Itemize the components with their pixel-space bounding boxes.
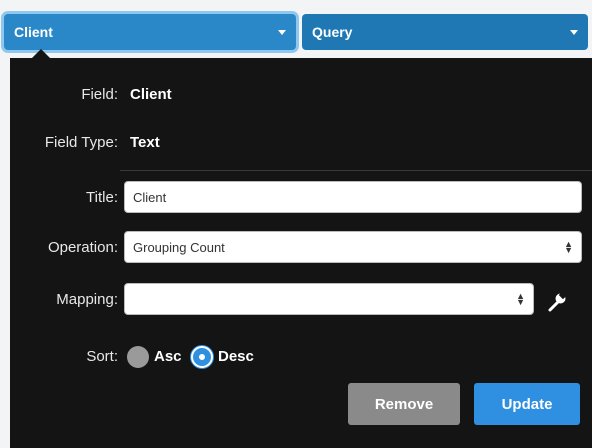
field-settings-panel: Field: Client Field Type: Text Title: Op…: [10, 49, 592, 448]
update-button[interactable]: Update: [474, 383, 580, 425]
client-field-dropdown[interactable]: Client: [4, 14, 296, 50]
operation-label: Operation:: [47, 239, 118, 256]
query-dropdown-label: Query: [312, 24, 353, 40]
field-type-value: Text: [130, 134, 160, 151]
sort-asc-radio[interactable]: [127, 346, 149, 368]
remove-button[interactable]: Remove: [348, 383, 460, 425]
wrench-icon[interactable]: [546, 291, 568, 313]
caret-down-icon: [278, 29, 286, 35]
operation-selected-value: Grouping Count: [133, 239, 225, 255]
sort-label: Sort:: [86, 348, 118, 365]
field-label: Field:: [81, 86, 118, 103]
mapping-select[interactable]: ▲ ▼: [124, 283, 534, 315]
title-field[interactable]: [124, 181, 582, 213]
field-value: Client: [130, 86, 172, 103]
operation-select[interactable]: Grouping Count ▲ ▼: [124, 231, 582, 263]
title-label: Title:: [86, 189, 118, 206]
divider: [120, 170, 592, 171]
title-input[interactable]: [133, 189, 573, 205]
sort-asc-label: Asc: [154, 348, 182, 365]
updown-arrows-icon: ▲ ▼: [516, 291, 525, 307]
caret-down-icon: [570, 29, 578, 35]
panel-pointer: [32, 49, 50, 58]
mapping-label: Mapping:: [56, 291, 118, 308]
field-type-label: Field Type:: [44, 134, 118, 151]
sort-desc-radio[interactable]: [191, 346, 213, 368]
query-field-dropdown[interactable]: Query: [302, 14, 588, 50]
updown-arrows-icon: ▲ ▼: [564, 239, 573, 255]
client-dropdown-label: Client: [14, 24, 53, 40]
sort-desc-label: Desc: [218, 348, 254, 365]
